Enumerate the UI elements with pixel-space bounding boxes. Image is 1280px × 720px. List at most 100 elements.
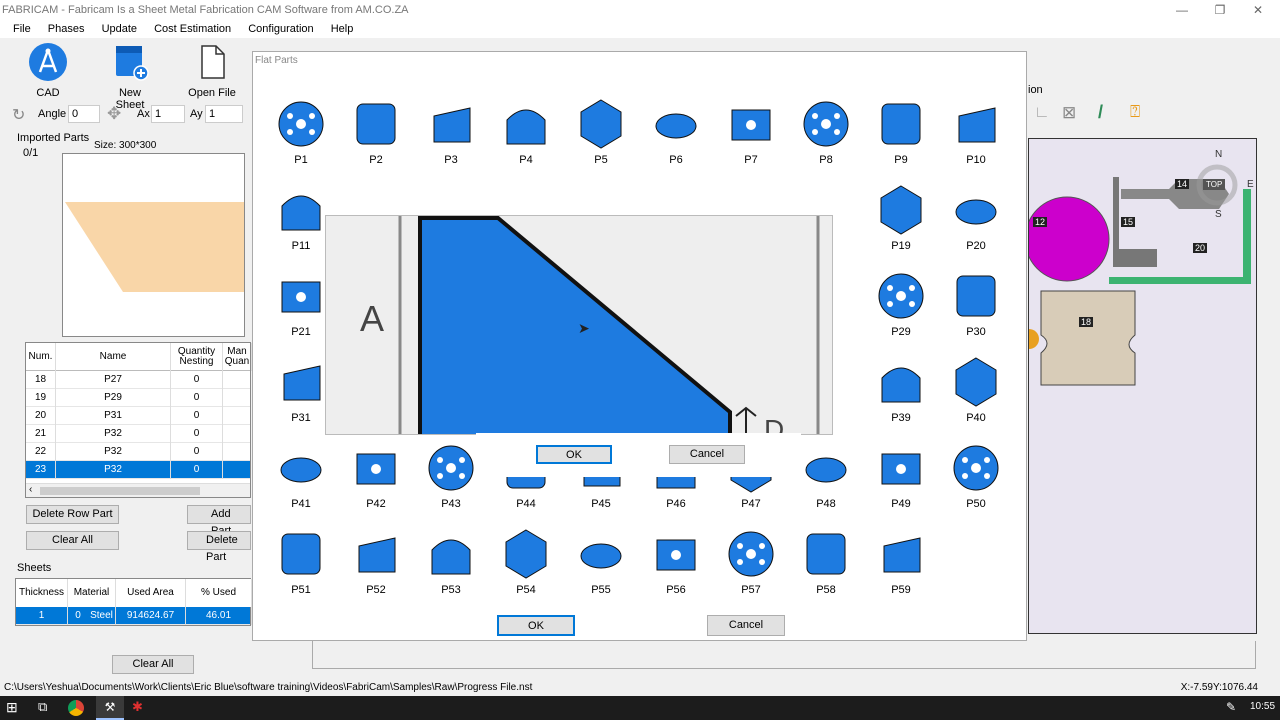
col-man-qty[interactable]: Man Quan [223, 343, 252, 371]
windows-start-icon[interactable]: ⊞ [6, 699, 18, 716]
part-tile-p5[interactable]: P5 [571, 94, 631, 180]
table-row[interactable]: 19 P29 0 [26, 389, 250, 407]
table-row[interactable]: 18 P27 0 [26, 371, 250, 389]
part-label: P52 [366, 584, 386, 596]
part-tile-p10[interactable]: P10 [946, 94, 1006, 180]
draw-line-icon[interactable]: / [1098, 102, 1103, 123]
part-tile-p6[interactable]: P6 [646, 94, 706, 180]
col-qty-nesting[interactable]: Quantity Nesting [171, 343, 223, 371]
part-tile-p57[interactable]: P57 [721, 524, 781, 610]
cad-button[interactable]: CAD [27, 42, 69, 102]
table-row[interactable]: 20 P31 0 [26, 407, 250, 425]
table-row[interactable]: 22 P32 0 [26, 443, 250, 461]
table-row[interactable]: 21 P32 0 [26, 425, 250, 443]
help-tool-icon[interactable]: ⍰ [1130, 102, 1140, 122]
angle-tool-icon[interactable]: ∟ [1034, 104, 1050, 122]
part-tile-p52[interactable]: P52 [346, 524, 406, 610]
part-tile-p39[interactable]: P39 [871, 352, 931, 438]
part-tile-p48[interactable]: P48 [796, 438, 856, 524]
minimize-button[interactable]: — [1162, 0, 1202, 20]
part-shape-icon [883, 537, 921, 573]
cell-name: P31 [56, 407, 171, 425]
part-tile-p1[interactable]: P1 [271, 94, 331, 180]
part-tile-p43[interactable]: P43 [421, 438, 481, 524]
part-tile-p21[interactable]: P21 [271, 266, 331, 352]
delete-row-part-button[interactable]: Delete Row Part [26, 505, 119, 524]
clear-all-button[interactable]: Clear All [26, 531, 119, 550]
menu-configuration[interactable]: Configuration [241, 20, 320, 38]
menu-cost-estimation[interactable]: Cost Estimation [147, 20, 238, 38]
part-tile-p41[interactable]: P41 [271, 438, 331, 524]
part-tile-p8[interactable]: P8 [796, 94, 856, 180]
menu-phases[interactable]: Phases [41, 20, 92, 38]
col-material[interactable]: Material [68, 579, 116, 607]
col-name[interactable]: Name [56, 343, 171, 371]
part-tile-p7[interactable]: P7 [721, 94, 781, 180]
part-tile-p54[interactable]: P54 [496, 524, 556, 610]
ay-input[interactable]: 1 [205, 105, 243, 123]
dialog-ok-button[interactable]: OK [497, 615, 575, 636]
part-tile-p31[interactable]: P31 [271, 352, 331, 438]
file-path: C:\Users\Yeshua\Documents\Work\Clients\E… [4, 682, 533, 693]
part-tile-p9[interactable]: P9 [871, 94, 931, 180]
popup-cancel-button[interactable]: Cancel [669, 445, 745, 464]
chrome-icon[interactable] [68, 700, 84, 716]
horizontal-scrollbar[interactable]: ‹ [26, 483, 250, 497]
col-used-area[interactable]: Used Area [116, 579, 186, 607]
scroll-thumb[interactable] [40, 487, 200, 495]
part-label: P51 [291, 584, 311, 596]
rotate-icon[interactable]: ↻ [12, 105, 25, 125]
part-tile-p50[interactable]: P50 [946, 438, 1006, 524]
part-tile-p58[interactable]: P58 [796, 524, 856, 610]
app-taskbar-icon[interactable]: ✱ [132, 699, 143, 715]
col-percent-used[interactable]: % Used [186, 579, 252, 607]
delete-part-button[interactable]: Delete Part [187, 531, 251, 563]
part-tile-p4[interactable]: P4 [496, 94, 556, 180]
move-icon[interactable]: ✥ [107, 104, 121, 124]
close-button[interactable]: ✕ [1238, 0, 1278, 20]
part-tile-p56[interactable]: P56 [646, 524, 706, 610]
part-tile-p40[interactable]: P40 [946, 352, 1006, 438]
add-part-button[interactable]: Add Part [187, 505, 251, 537]
angle-input[interactable]: 0 [68, 105, 100, 123]
part-tile-p20[interactable]: P20 [946, 180, 1006, 266]
part-tile-p29[interactable]: P29 [871, 266, 931, 352]
view-cube-top[interactable]: TOP [1203, 179, 1226, 190]
clear-all-sheets-button[interactable]: Clear All [112, 655, 194, 674]
ax-input[interactable]: 1 [151, 105, 185, 123]
menu-file[interactable]: File [6, 20, 38, 38]
part-tile-p51[interactable]: P51 [271, 524, 331, 610]
menu-help[interactable]: Help [324, 20, 361, 38]
menu-update[interactable]: Update [95, 20, 144, 38]
delete-box-icon[interactable]: ⊠ [1062, 103, 1076, 123]
compass-icon [29, 43, 67, 81]
part-tile-p11[interactable]: P11 [271, 180, 331, 266]
part-tile-p3[interactable]: P3 [421, 94, 481, 180]
part-tile-p42[interactable]: P42 [346, 438, 406, 524]
part-tile-p55[interactable]: P55 [571, 524, 631, 610]
part-tile-p59[interactable]: P59 [871, 524, 931, 610]
nesting-canvas[interactable]: 12 14 15 18 20 N S E TOP [1028, 138, 1257, 634]
part-shape-icon [956, 275, 996, 317]
col-num[interactable]: Num. [26, 343, 56, 371]
part-label: P1 [294, 154, 308, 166]
cell-num: 19 [26, 389, 56, 407]
popup-ok-button[interactable]: OK [536, 445, 612, 464]
part-tile-p19[interactable]: P19 [871, 180, 931, 266]
new-sheet-button[interactable]: New Sheet [104, 42, 156, 111]
part-label: P8 [819, 154, 833, 166]
part-tile-p49[interactable]: P49 [871, 438, 931, 524]
pen-icon[interactable]: ✎ [1226, 700, 1236, 714]
table-row-selected[interactable]: 23 P32 0 [26, 461, 250, 479]
part-tile-p30[interactable]: P30 [946, 266, 1006, 352]
open-file-button[interactable]: Open File [188, 42, 236, 102]
sheet-row-selected[interactable]: 1 0 Steel 914624.67 46.01 [16, 607, 252, 625]
part-tile-p2[interactable]: P2 [346, 94, 406, 180]
fabricam-taskbar-icon[interactable]: ⚒ [96, 696, 124, 720]
col-thickness[interactable]: Thickness [16, 579, 68, 607]
maximize-button[interactable]: ❐ [1200, 0, 1240, 20]
task-view-icon[interactable]: ⧉ [38, 699, 47, 715]
scroll-left-icon[interactable]: ‹ [29, 484, 32, 495]
part-tile-p53[interactable]: P53 [421, 524, 481, 610]
dialog-cancel-button[interactable]: Cancel [707, 615, 785, 636]
